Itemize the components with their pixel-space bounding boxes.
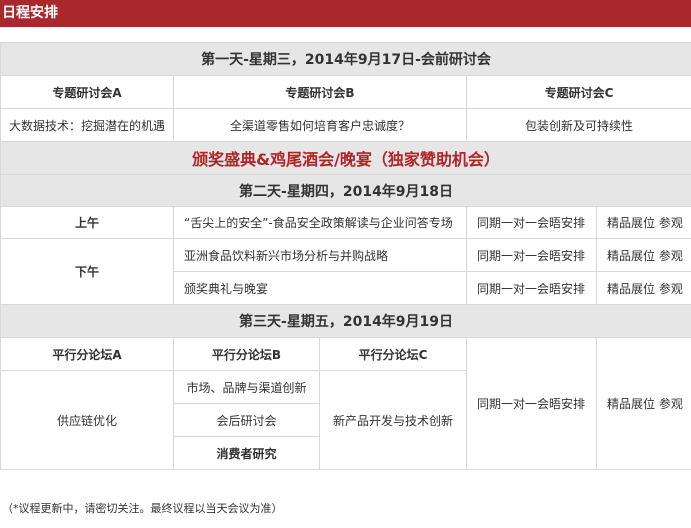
agenda-note: （*议程更新中，请密切关注。最终议程以当天会议为准） <box>2 502 283 515</box>
day2-exhibit: 精品展位 参观 <box>595 238 691 272</box>
day3-exhibit: 精品展位 参观 <box>595 337 691 470</box>
session-a-topic: 大数据技术：挖掘潜在的机遇 <box>0 108 174 142</box>
schedule-table-wrap: 第一天-星期三，2014年9月17日-会前研讨会 专题研讨会A 专题研讨会B 专… <box>0 42 691 470</box>
day2-exhibit: 精品展位 参观 <box>595 271 691 305</box>
forum-b-topic: 消费者研究 <box>173 436 320 470</box>
afternoon-label: 下午 <box>0 238 174 305</box>
day2-item: 颁奖典礼与晚宴 <box>173 271 467 305</box>
forum-b-topic: 市场、品牌与渠道创新 <box>173 370 320 404</box>
gala-banner: 颁奖盛典&鸡尾酒会/晚宴（独家赞助机会） <box>0 141 691 175</box>
forum-c-topic: 新产品开发与技术创新 <box>319 370 467 470</box>
forum-b-topic: 会后研讨会 <box>173 403 320 437</box>
morning-label: 上午 <box>0 206 174 239</box>
session-c-topic: 包装创新及可持续性 <box>465 108 691 142</box>
forum-a-topic: 供应链优化 <box>0 370 174 470</box>
day2-heading: 第二天-星期四，2014年9月18日 <box>0 174 691 207</box>
day2-meeting: 同期一对一会晤安排 <box>466 238 597 272</box>
day2-item: 亚洲食品饮料新兴市场分析与并购战略 <box>173 238 467 272</box>
forum-b-label: 平行分论坛B <box>173 337 320 371</box>
session-b-label: 专题研讨会B <box>173 75 467 109</box>
day2-exhibit: 精品展位 参观 <box>595 206 691 239</box>
schedule-table: 第一天-星期三，2014年9月17日-会前研讨会 专题研讨会A 专题研讨会B 专… <box>0 42 691 470</box>
session-b-topic: 全渠道零售如何培育客户忠诚度？ <box>173 108 467 142</box>
session-a-label: 专题研讨会A <box>0 75 174 109</box>
day3-heading: 第三天-星期五，2014年9月19日 <box>0 304 691 338</box>
day2-item: “舌尖上的安全”-食品安全政策解读与企业问答专场 <box>173 206 467 239</box>
forum-a-label: 平行分论坛A <box>0 337 174 371</box>
day2-meeting: 同期一对一会晤安排 <box>466 271 597 305</box>
forum-c-label: 平行分论坛C <box>319 337 467 371</box>
day1-heading: 第一天-星期三，2014年9月17日-会前研讨会 <box>0 42 691 76</box>
day2-meeting: 同期一对一会晤安排 <box>466 206 597 239</box>
session-c-label: 专题研讨会C <box>465 75 691 109</box>
day3-meeting: 同期一对一会晤安排 <box>466 337 597 470</box>
page-title: 日程安排 <box>0 0 691 27</box>
